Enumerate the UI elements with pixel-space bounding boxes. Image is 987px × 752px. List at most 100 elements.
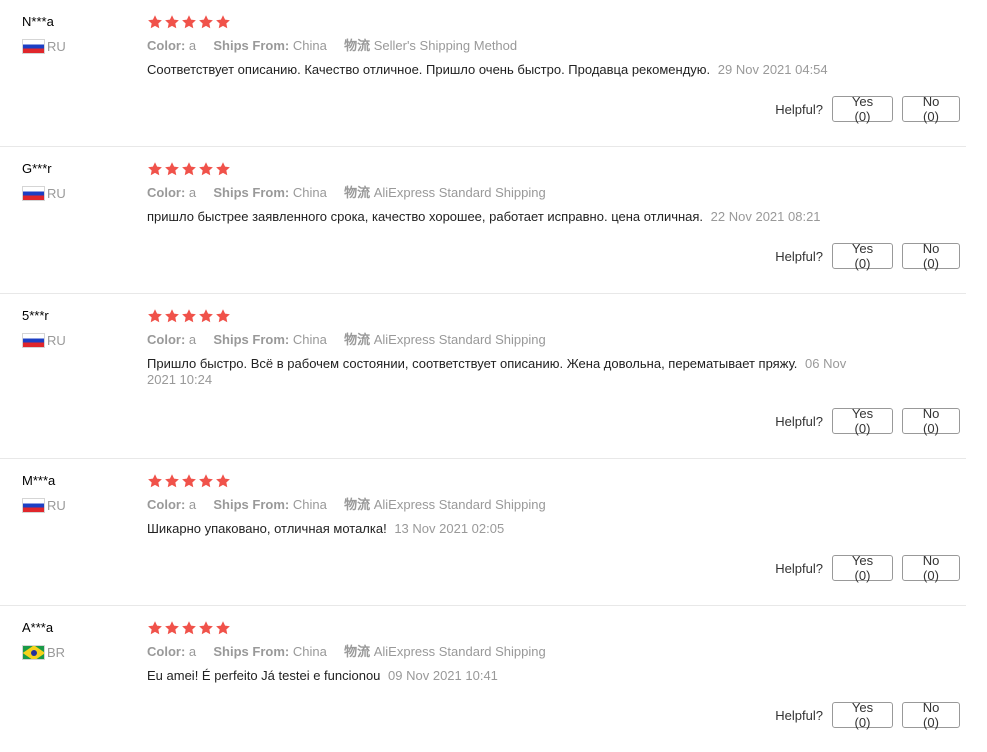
- review-content: Color: a Ships From: China 物流 AliExpress…: [147, 160, 867, 225]
- star-icon: [181, 473, 197, 489]
- helpful-label: Helpful?: [775, 248, 823, 264]
- logistics-value: AliExpress Standard Shipping: [373, 185, 546, 200]
- review-item: G***r RU Color: a Ships From: China 物流 A…: [0, 147, 966, 294]
- star-icon: [164, 620, 180, 636]
- country-code: RU: [47, 333, 66, 348]
- logistics-value: Seller's Shipping Method: [373, 38, 518, 53]
- reviewer-name: G***r: [22, 161, 52, 176]
- reviewer-info: M***a RU: [22, 473, 66, 513]
- review-date: 29 Nov 2021 04:54: [717, 62, 828, 77]
- ships-from-key: Ships From:: [213, 644, 290, 659]
- reviewer-name: M***a: [22, 473, 56, 488]
- review-meta: Color: a Ships From: China 物流 AliExpress…: [147, 332, 867, 348]
- reviewer-info: N***a RU: [22, 14, 66, 54]
- star-rating: [147, 472, 867, 490]
- review-content: Color: a Ships From: China 物流 AliExpress…: [147, 472, 867, 537]
- helpful-no-button[interactable]: No (0): [902, 94, 960, 124]
- review-text-block: Пришло быстро. Всё в рабочем состоянии, …: [147, 356, 852, 388]
- star-icon: [181, 308, 197, 324]
- russia-flag-icon: [22, 333, 45, 348]
- logistics-key: 物流: [344, 497, 371, 512]
- helpful-yes-button[interactable]: Yes (0): [832, 700, 893, 730]
- star-rating: [147, 160, 867, 178]
- helpful-yes-button[interactable]: Yes (0): [832, 406, 893, 436]
- ships-from-value: China: [292, 332, 327, 347]
- color-value: a: [188, 644, 197, 659]
- reviewer-info: A***a BR: [22, 620, 65, 660]
- reviewer-country: BR: [22, 645, 65, 660]
- color-value: a: [188, 497, 197, 512]
- review-content: Color: a Ships From: China 物流 Seller's S…: [147, 13, 867, 78]
- star-icon: [215, 620, 231, 636]
- review-text: Шикарно упаковано, отличная моталка!: [147, 521, 387, 536]
- helpful-yes-button[interactable]: Yes (0): [832, 94, 893, 124]
- helpful-label: Helpful?: [775, 413, 823, 429]
- ships-from-value: China: [292, 644, 327, 659]
- star-icon: [164, 161, 180, 177]
- review-meta: Color: a Ships From: China 物流 Seller's S…: [147, 38, 867, 54]
- review-text: пришло быстрее заявленного срока, качест…: [147, 209, 704, 224]
- star-icon: [215, 14, 231, 30]
- star-rating: [147, 13, 867, 31]
- brazil-flag-icon: [22, 645, 45, 660]
- russia-flag-icon: [22, 186, 45, 201]
- reviewer-country: RU: [22, 498, 66, 513]
- helpful-no-button[interactable]: No (0): [902, 406, 960, 436]
- country-code: BR: [47, 645, 66, 660]
- reviewer-country: RU: [22, 186, 66, 201]
- helpful-no-button[interactable]: No (0): [902, 700, 960, 730]
- review-meta: Color: a Ships From: China 物流 AliExpress…: [147, 185, 867, 201]
- star-icon: [147, 473, 163, 489]
- star-icon: [164, 473, 180, 489]
- star-icon: [215, 473, 231, 489]
- helpful-label: Helpful?: [775, 560, 823, 576]
- review-content: Color: a Ships From: China 物流 AliExpress…: [147, 619, 867, 684]
- helpful-yes-button[interactable]: Yes (0): [832, 241, 893, 271]
- logistics-value: AliExpress Standard Shipping: [373, 332, 546, 347]
- reviewer-name: 5***r: [22, 308, 49, 323]
- logistics-key: 物流: [344, 332, 371, 347]
- review-actions: Helpful? Yes (0) No (0): [775, 406, 960, 436]
- color-key: Color:: [147, 332, 186, 347]
- helpful-label: Helpful?: [775, 707, 823, 723]
- helpful-yes-button[interactable]: Yes (0): [832, 553, 893, 583]
- review-actions: Helpful? Yes (0) No (0): [775, 700, 960, 730]
- review-meta: Color: a Ships From: China 物流 AliExpress…: [147, 644, 867, 660]
- reviewer-country: RU: [22, 333, 66, 348]
- star-icon: [198, 308, 214, 324]
- color-value: a: [188, 38, 197, 53]
- review-actions: Helpful? Yes (0) No (0): [775, 94, 960, 124]
- reviewer-info: G***r RU: [22, 161, 66, 201]
- review-text-block: Шикарно упаковано, отличная моталка! 13 …: [147, 521, 867, 537]
- star-icon: [198, 14, 214, 30]
- star-icon: [198, 161, 214, 177]
- star-icon: [198, 473, 214, 489]
- review-actions: Helpful? Yes (0) No (0): [775, 241, 960, 271]
- review-meta: Color: a Ships From: China 物流 AliExpress…: [147, 497, 867, 513]
- star-icon: [147, 620, 163, 636]
- color-key: Color:: [147, 38, 186, 53]
- reviewer-name: A***a: [22, 620, 54, 635]
- reviewer-info: 5***r RU: [22, 308, 66, 348]
- ships-from-key: Ships From:: [213, 185, 290, 200]
- logistics-value: AliExpress Standard Shipping: [373, 497, 546, 512]
- ships-from-key: Ships From:: [213, 38, 290, 53]
- russia-flag-icon: [22, 498, 45, 513]
- ships-from-value: China: [292, 497, 327, 512]
- review-text-block: Eu amei! É perfeito Já testei e funciono…: [147, 668, 867, 684]
- star-icon: [215, 308, 231, 324]
- country-code: RU: [47, 186, 66, 201]
- star-icon: [164, 14, 180, 30]
- review-item: 5***r RU Color: a Ships From: China 物流 A…: [0, 294, 966, 459]
- helpful-no-button[interactable]: No (0): [902, 241, 960, 271]
- review-text: Eu amei! É perfeito Já testei e funciono…: [147, 668, 381, 683]
- reviewer-country: RU: [22, 39, 66, 54]
- star-rating: [147, 619, 867, 637]
- review-date: 09 Nov 2021 10:41: [388, 668, 498, 683]
- helpful-no-button[interactable]: No (0): [902, 553, 960, 583]
- color-value: a: [188, 185, 197, 200]
- star-icon: [181, 620, 197, 636]
- country-code: RU: [47, 498, 66, 513]
- helpful-label: Helpful?: [775, 101, 823, 117]
- review-date: 22 Nov 2021 08:21: [710, 209, 821, 224]
